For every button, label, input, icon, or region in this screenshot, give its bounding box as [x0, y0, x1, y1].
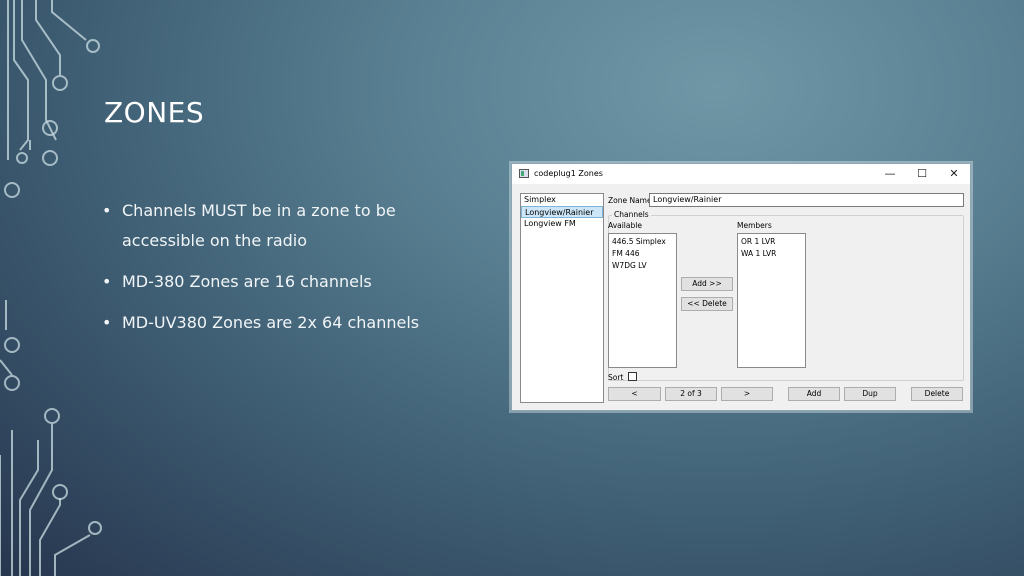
available-label: Available: [608, 221, 642, 230]
bullet-glyph: •: [102, 313, 112, 332]
bullet-item: • MD-380 Zones are 16 channels: [100, 267, 480, 297]
zone-list-item[interactable]: Longview FM: [521, 218, 603, 230]
zone-name-label: Zone Name: [608, 196, 652, 205]
delete-member-button[interactable]: << Delete: [681, 297, 733, 311]
app-icon: [519, 169, 529, 178]
add-member-button[interactable]: Add >>: [681, 277, 733, 291]
sort-label: Sort: [608, 373, 624, 382]
next-button[interactable]: >: [721, 387, 773, 401]
add-button[interactable]: Add: [788, 387, 840, 401]
list-item[interactable]: FM 446: [612, 248, 673, 260]
page-indicator: 2 of 3: [665, 387, 717, 401]
zones-dialog: codeplug1 Zones — ☐ ✕ Simplex Longview/R…: [511, 163, 971, 411]
zone-name-field[interactable]: Longview/Rainier: [649, 193, 964, 207]
zone-list[interactable]: Simplex Longview/Rainier Longview FM: [520, 193, 604, 403]
list-item[interactable]: W7DG LV: [612, 260, 673, 272]
bullet-text: MD-380 Zones are 16 channels: [122, 272, 372, 291]
bullet-text: MD-UV380 Zones are 2x 64 channels: [122, 313, 420, 332]
delete-button[interactable]: Delete: [911, 387, 963, 401]
prev-button[interactable]: <: [608, 387, 661, 401]
members-label: Members: [737, 221, 772, 230]
sort-checkbox[interactable]: [628, 372, 637, 381]
dialog-title: codeplug1 Zones: [534, 169, 603, 178]
zone-list-item-selected[interactable]: Longview/Rainier: [521, 206, 603, 218]
close-button[interactable]: ✕: [940, 166, 968, 182]
bullet-item: • Channels MUST be in a zone to be acces…: [100, 196, 480, 256]
zone-list-item[interactable]: Simplex: [521, 194, 603, 206]
bullet-glyph: •: [102, 201, 112, 220]
available-channels-list[interactable]: 446.5 Simplex FM 446 W7DG LV: [608, 233, 677, 368]
bullet-glyph: •: [102, 272, 112, 291]
members-list[interactable]: OR 1 LVR WA 1 LVR: [737, 233, 806, 368]
list-item[interactable]: OR 1 LVR: [741, 236, 802, 248]
minimize-button[interactable]: —: [876, 166, 904, 182]
maximize-button[interactable]: ☐: [908, 166, 936, 182]
channels-group-label: Channels: [612, 210, 651, 219]
list-item[interactable]: WA 1 LVR: [741, 248, 802, 260]
bullet-text: Channels MUST be in a zone to be accessi…: [122, 201, 396, 250]
bullet-item: • MD-UV380 Zones are 2x 64 channels: [100, 308, 480, 338]
dialog-titlebar[interactable]: codeplug1 Zones — ☐ ✕: [512, 164, 970, 184]
circuit-decoration: [0, 0, 102, 576]
bullet-list: • Channels MUST be in a zone to be acces…: [100, 196, 480, 349]
slide-title: ZONES: [104, 96, 205, 129]
list-item[interactable]: 446.5 Simplex: [612, 236, 673, 248]
dup-button[interactable]: Dup: [844, 387, 896, 401]
